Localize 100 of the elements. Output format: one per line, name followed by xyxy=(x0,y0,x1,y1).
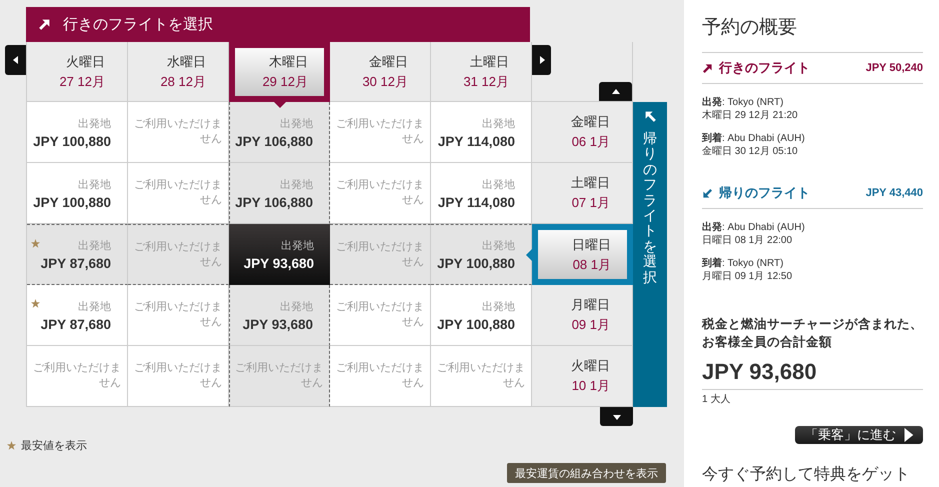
down-arrow-icon xyxy=(612,412,620,420)
date-label: 31 12月 xyxy=(463,72,509,90)
fare-cell[interactable]: 出発地 JPY 100,880 xyxy=(431,224,532,285)
unavailable-text: ご利用いただけません xyxy=(335,361,424,391)
departure-label: 出発地 xyxy=(280,178,313,192)
fare-cell[interactable]: 出発地 JPY 87,680 xyxy=(27,285,128,346)
flight-detail-line: 出発: Tokyo (NRT) xyxy=(702,96,784,109)
fare-price: JPY 93,680 xyxy=(244,256,314,271)
unavailable-text: ご利用いただけません xyxy=(335,300,424,330)
departure-label: 出発地 xyxy=(78,178,111,192)
fare-cell[interactable]: 出発地 JPY 100,880 xyxy=(431,285,532,346)
flight-detail-line: 月曜日 09 1月 12:50 xyxy=(702,270,794,283)
fare-price: JPY 114,080 xyxy=(438,134,515,148)
unavailable-text: ご利用いただけません xyxy=(335,178,424,208)
weekday-label: 土曜日 xyxy=(470,52,509,70)
diagonal-arrow-icon xyxy=(702,62,713,74)
return-date-tab[interactable]: 土曜日 07 1月 xyxy=(532,163,633,224)
date-label: 30 12月 xyxy=(362,72,408,90)
return-date-tab[interactable]: 火曜日 10 1月 xyxy=(532,346,633,407)
scroll-up-button[interactable] xyxy=(599,82,632,101)
unavailable-text: ご利用いただけません xyxy=(335,240,424,270)
legend-text: 最安値を表示 xyxy=(21,438,87,453)
pointer-icon xyxy=(526,248,532,260)
date-label: 07 1月 xyxy=(572,194,610,212)
weekday-label: 火曜日 xyxy=(571,357,610,375)
unavailable-text: ご利用いただけません xyxy=(32,361,121,391)
flight-title: 帰りのフライト xyxy=(719,184,811,202)
outbound-date-tab[interactable]: 水曜日 28 12月 xyxy=(128,42,229,102)
fare-price: JPY 114,080 xyxy=(438,194,515,210)
departure-label: 出発地 xyxy=(482,300,515,314)
total-label: 税金と燃油サーチャージが含まれた、お客様全員の合計金額 xyxy=(702,316,923,351)
departure-label: 出発地 xyxy=(78,116,111,130)
left-arrow-icon xyxy=(12,56,20,64)
fare-price: JPY 100,880 xyxy=(33,194,111,210)
return-date-tab[interactable]: 金曜日 06 1月 xyxy=(532,102,633,163)
fare-cell[interactable]: 出発地 JPY 114,080 xyxy=(431,163,532,224)
departure-label: 出発地 xyxy=(482,239,515,253)
weekday-label: 月曜日 xyxy=(571,296,610,314)
date-label: 09 1月 xyxy=(572,316,610,334)
fare-price: JPY 100,880 xyxy=(437,256,515,271)
departure-label: 出発地 xyxy=(78,300,111,314)
departure-label: 出発地 xyxy=(482,116,515,130)
promo-heading: 今すぐ予約して特典をゲット xyxy=(702,464,923,487)
fare-price: JPY 100,880 xyxy=(33,134,111,148)
departure-label: 出発地 xyxy=(280,116,313,130)
unavailable-text: ご利用いただけません xyxy=(133,178,222,208)
outbound-date-tab[interactable]: 金曜日 30 12月 xyxy=(330,42,431,102)
flight-detail-line: 金曜日 30 12月 05:10 xyxy=(702,145,799,158)
unavailable-text: ご利用いただけません xyxy=(133,240,222,270)
total-price: JPY 93,680 xyxy=(702,359,923,390)
return-title: 帰りのフライトを選択 xyxy=(643,131,657,285)
weekday-label: 木曜日 xyxy=(269,53,308,71)
flight-title: 行きのフライト xyxy=(719,59,811,77)
unavailable-text: ご利用いただけません xyxy=(436,361,525,391)
fare-cell[interactable]: 出発地 JPY 114,080 xyxy=(431,102,532,163)
fare-price: JPY 87,680 xyxy=(40,256,111,271)
date-label: 10 1月 xyxy=(572,377,610,395)
flight-detail-line: 日曜日 08 1月 22:00 xyxy=(702,234,794,247)
diagonal-arrow-icon xyxy=(38,18,51,31)
previous-dates-button[interactable] xyxy=(5,45,26,75)
flight-detail-line: 出発: Abu Dhabi (AUH) xyxy=(702,221,806,234)
diagonal-arrow-icon xyxy=(702,188,713,198)
return-date-tab[interactable]: 月曜日 09 1月 xyxy=(532,285,633,346)
flight-price: JPY 43,440 xyxy=(866,187,923,199)
fare-price: JPY 93,680 xyxy=(242,316,313,332)
fare-cell[interactable]: 出発地 JPY 93,680 xyxy=(229,224,330,285)
weekday-label: 土曜日 xyxy=(571,174,610,192)
fare-price: JPY 100,880 xyxy=(437,316,515,332)
diagonal-arrow-icon xyxy=(644,110,656,123)
outbound-date-tab[interactable]: 火曜日 27 12月 xyxy=(27,42,128,102)
next-dates-button[interactable] xyxy=(532,45,551,75)
fare-cell[interactable]: 出発地 JPY 100,880 xyxy=(27,102,128,163)
fare-price: JPY 106,880 xyxy=(235,194,313,210)
date-label: 27 12月 xyxy=(59,72,105,90)
flight-detail-line: 木曜日 29 12月 21:20 xyxy=(702,109,799,122)
weekday-label: 金曜日 xyxy=(369,52,408,70)
fare-cell[interactable]: 出発地 JPY 93,680 xyxy=(229,285,330,346)
departure-label: 出発地 xyxy=(78,239,111,253)
proceed-button[interactable]: 「乗客」に進む xyxy=(795,426,923,444)
weekday-label: 火曜日 xyxy=(66,52,105,70)
cheapest-combination-button[interactable]: 最安運賃の組み合わせを表示 xyxy=(507,463,666,483)
unavailable-text: ご利用いただけません xyxy=(234,361,323,391)
unavailable-text: ご利用いただけません xyxy=(133,361,222,391)
fare-price: JPY 106,880 xyxy=(235,134,313,148)
outbound-date-tab[interactable]: 土曜日 31 12月 xyxy=(431,42,532,102)
weekday-label: 金曜日 xyxy=(571,113,610,131)
scroll-down-button[interactable] xyxy=(600,407,633,426)
departure-label: 出発地 xyxy=(482,178,515,192)
fare-cell[interactable]: 出発地 JPY 100,880 xyxy=(27,163,128,224)
date-label: 08 1月 xyxy=(572,256,611,274)
fare-cell[interactable]: 出発地 JPY 106,880 xyxy=(229,102,330,163)
date-label: 29 12月 xyxy=(262,73,308,91)
traveller-count: 1 大人 xyxy=(702,392,732,406)
fare-cell[interactable]: 出発地 JPY 87,680 xyxy=(27,224,128,285)
flight-detail-line: 到着: Abu Dhabi (AUH) xyxy=(702,132,806,145)
departure-label: 出発地 xyxy=(281,239,314,253)
flight-price: JPY 50,240 xyxy=(866,62,923,74)
unavailable-text: ご利用いただけません xyxy=(335,117,424,147)
date-label: 28 12月 xyxy=(160,72,206,90)
fare-cell[interactable]: 出発地 JPY 106,880 xyxy=(229,163,330,224)
